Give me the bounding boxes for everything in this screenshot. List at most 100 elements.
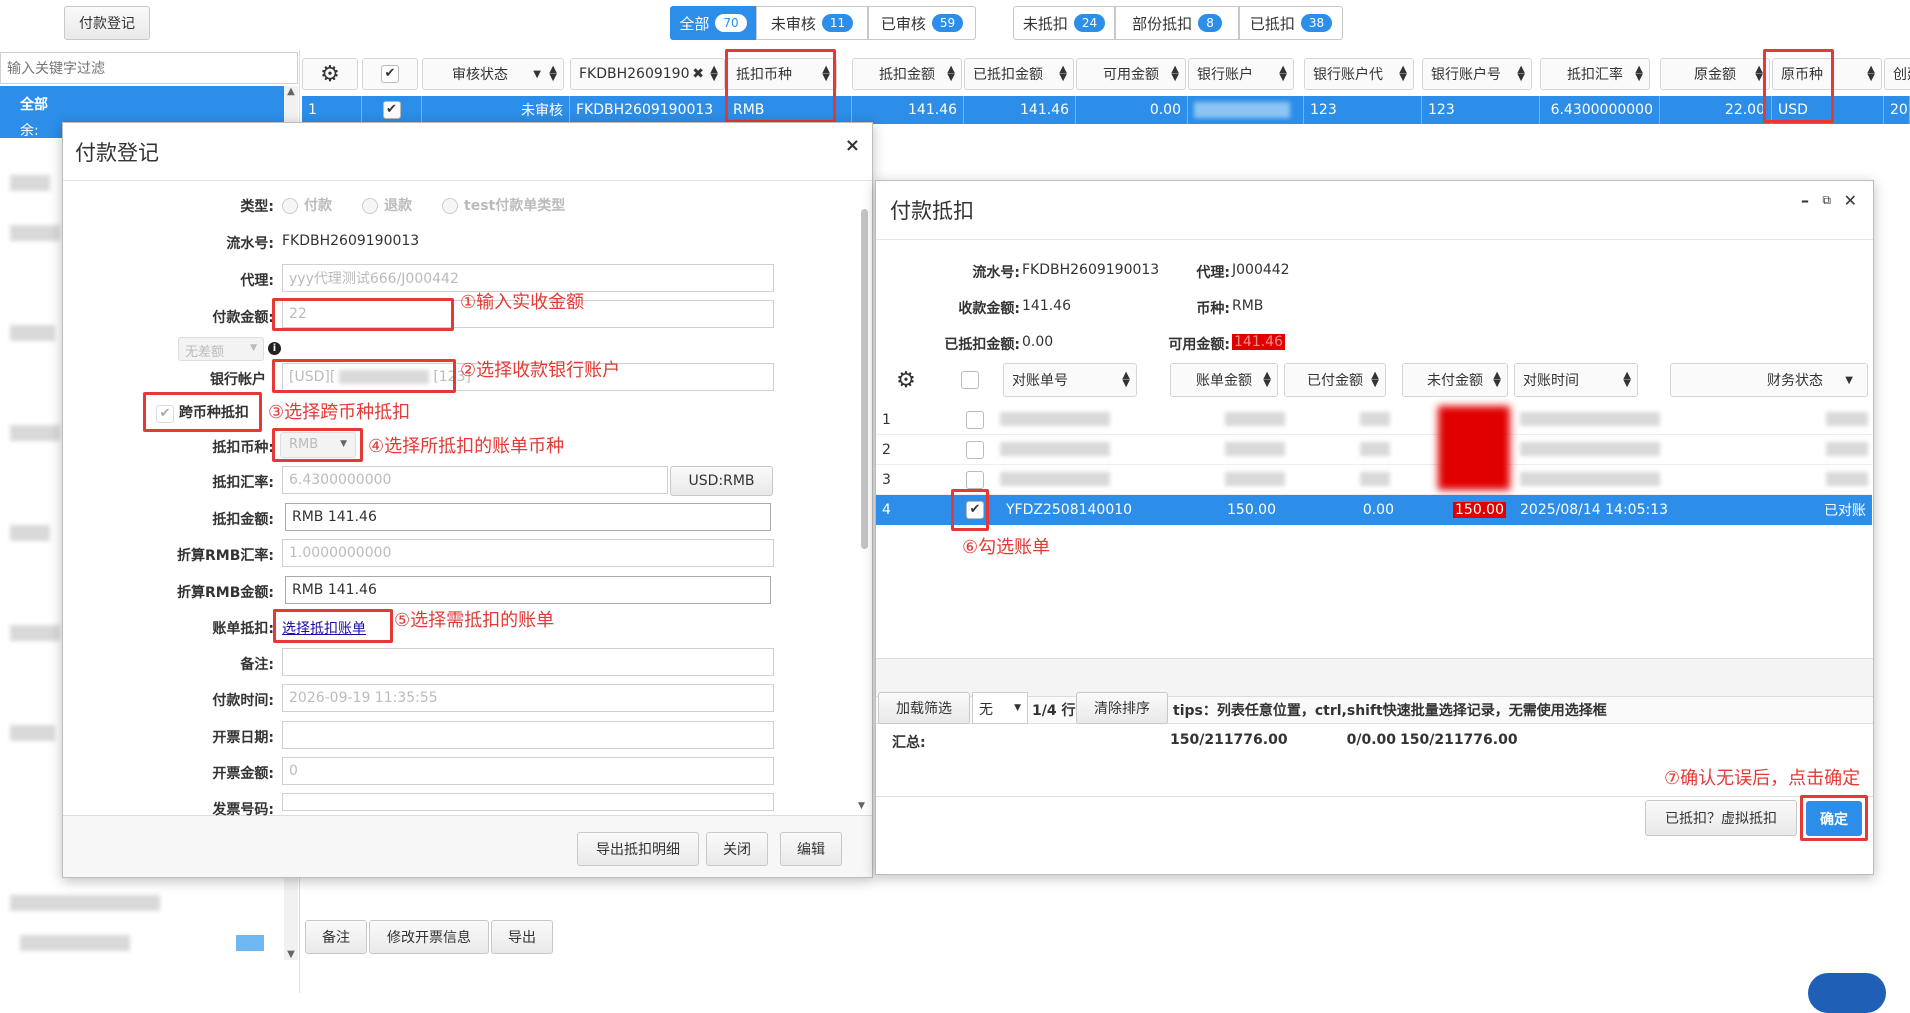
offset-grid-settings[interactable]: ⚙ [876,363,936,397]
row-checkbox[interactable] [966,471,984,489]
row-checkbox[interactable] [966,411,984,429]
select-all-checkbox[interactable]: ✔ [381,65,399,83]
pay-time-field[interactable]: 2026-09-19 11:35:55 [282,684,774,712]
offset-currency-select[interactable]: RMB ▼ [280,432,356,458]
col-offset-done[interactable]: 已抵扣金额 ▲ ▼ [964,58,1074,90]
scroll-down-icon[interactable]: ▼ [284,949,298,960]
chevron-down-icon[interactable]: ▼ [250,343,257,353]
invoice-date-field[interactable] [282,721,774,749]
col-bill-no[interactable]: 对账单号 ▲ ▼ [1003,363,1137,397]
sort-icon[interactable]: ▲ ▼ [710,65,718,83]
col-paid[interactable]: 已付金额 ▲ ▼ [1284,363,1386,397]
select-bill-link[interactable]: 选择抵扣账单 [282,618,366,638]
sort-icon[interactable]: ▲ ▼ [1635,65,1643,83]
chevron-down-icon[interactable]: ▼ [533,69,541,80]
close-icon[interactable]: × [845,135,860,156]
clear-sort-button[interactable]: 清除排序 [1076,692,1168,724]
type-radio-test[interactable]: test付款单类型 [442,195,565,215]
col-bank-code[interactable]: 银行账户代 ▲ ▼ [1304,58,1414,90]
col-offset-amount[interactable]: 抵扣金额 ▲ ▼ [852,58,962,90]
close-button[interactable]: 关闭 [706,832,768,866]
sort-icon[interactable]: ▲ ▼ [1263,371,1271,389]
tab-not-offset[interactable]: 未抵扣 24 [1013,6,1115,40]
col-orig-currency[interactable]: 原币种 ▲ ▼ [1772,58,1882,90]
row-checkbox[interactable]: ✔ [966,501,984,519]
close-icon[interactable]: ✖ [692,66,704,82]
col-orig-amount[interactable]: 原金额 ▲ ▼ [1660,58,1770,90]
tab-unreviewed[interactable]: 未审核 11 [756,6,868,40]
col-bill-amount[interactable]: 账单金额 ▲ ▼ [1170,363,1278,397]
sort-icon[interactable]: ▲ ▼ [822,65,830,83]
tab-reviewed[interactable]: 已审核 59 [868,6,976,40]
radio-icon[interactable] [282,198,298,214]
close-icon[interactable]: ✕ [1844,191,1857,210]
col-bank-no[interactable]: 银行账户号 ▲ ▼ [1422,58,1532,90]
sort-icon[interactable]: ▲ ▼ [1122,371,1130,389]
remark-button[interactable]: 备注 [305,920,367,954]
grid-settings-cell[interactable]: ⚙ [302,58,358,90]
sort-icon[interactable]: ▲ ▼ [947,65,955,83]
row-checkbox-cell[interactable]: ✔ [960,495,990,525]
tab-all[interactable]: 全部 70 [670,6,756,40]
payment-register-button[interactable]: 付款登记 [64,6,150,40]
offset-rate-field[interactable]: 6.4300000000 [282,466,668,494]
invoice-amount-field[interactable]: 0 [282,757,774,785]
diff-select[interactable]: 无差额 ▼ [178,337,264,361]
radio-icon[interactable] [362,198,378,214]
col-bill-time[interactable]: 对账时间 ▲ ▼ [1514,363,1638,397]
info-icon[interactable]: i [268,342,281,355]
chevron-down-icon[interactable]: ▼ [340,439,347,449]
row-checkbox-cell[interactable] [960,465,990,495]
rmb-rate-field[interactable]: 1.0000000000 [282,539,774,567]
offset-amount-field[interactable]: RMB 141.46 [285,503,771,531]
col-offset-currency[interactable]: 抵扣币种 ▲ ▼ [727,58,837,90]
sort-icon[interactable]: ▲ ▼ [1867,65,1875,83]
sort-icon[interactable]: ▲ ▼ [1623,371,1631,389]
chevron-down-icon[interactable]: ▼ [1845,375,1853,386]
sort-icon[interactable]: ▲ ▼ [1171,65,1179,83]
select-all-checkbox[interactable] [961,371,979,389]
col-finance-status[interactable]: 财务状态 ▼ [1670,363,1868,397]
export-offset-detail-button[interactable]: 导出抵扣明细 [577,832,699,866]
col-bank-account[interactable]: 银行账户 ▲ ▼ [1188,58,1294,90]
scroll-down-icon[interactable]: ▼ [858,801,865,811]
col-available[interactable]: 可用金额 ▲ ▼ [1076,58,1186,90]
row-checkbox-cell[interactable]: ✔ [362,96,422,124]
type-radio-pay[interactable]: 付款 [282,195,332,215]
col-rate[interactable]: 抵扣汇率 ▲ ▼ [1540,58,1650,90]
row-checkbox[interactable] [966,441,984,459]
edit-invoice-button[interactable]: 修改开票信息 [369,920,489,954]
scroll-up-icon[interactable]: ▲ [284,86,298,97]
rmb-amount-field[interactable]: RMB 141.46 [285,576,771,604]
sort-icon[interactable]: ▲ ▼ [1279,65,1287,83]
cross-currency-checkbox[interactable]: ✔ 跨币种抵扣 [156,402,249,423]
filter-select[interactable]: 无 ▼ [972,692,1028,724]
checkbox-icon[interactable]: ✔ [156,405,174,423]
sort-icon[interactable]: ▲ ▼ [1059,65,1067,83]
edit-button[interactable]: 编辑 [780,832,842,866]
chevron-down-icon[interactable]: ▼ [1014,703,1021,713]
gear-icon[interactable]: ⚙ [896,368,916,393]
offset-grid-select-all[interactable] [940,363,1000,397]
sort-icon[interactable]: ▲ ▼ [1755,65,1763,83]
col-created[interactable]: 创建 [1884,58,1910,90]
invoice-no-field[interactable] [282,793,774,811]
tab-offset-done[interactable]: 已抵扣 38 [1239,6,1343,40]
dialog-scrollbar[interactable]: ▼ [858,209,870,811]
sort-icon[interactable]: ▲ ▼ [549,65,557,83]
row-checkbox[interactable]: ✔ [382,101,401,119]
sidebar-filter-input[interactable] [0,52,298,84]
col-unpaid[interactable]: 未付金额 ▲ ▼ [1402,363,1508,397]
sort-icon[interactable]: ▲ ▼ [1517,65,1525,83]
scroll-thumb[interactable] [861,209,868,549]
row-checkbox-cell[interactable] [960,405,990,435]
sort-icon[interactable]: ▲ ▼ [1399,65,1407,83]
popout-icon[interactable]: ⧉ [1822,193,1831,208]
remark-field[interactable] [282,648,774,676]
col-serial[interactable]: FKDBH2609190 ✖ ▲ ▼ [570,58,725,90]
rate-pair-button[interactable]: USD:RMB [670,466,773,496]
sort-icon[interactable]: ▲ ▼ [1493,371,1501,389]
tab-partial-offset[interactable]: 部份抵扣 8 [1115,6,1239,40]
help-widget[interactable] [1808,973,1886,1013]
virtual-offset-button[interactable]: 已抵扣？虚拟抵扣 [1645,800,1797,836]
